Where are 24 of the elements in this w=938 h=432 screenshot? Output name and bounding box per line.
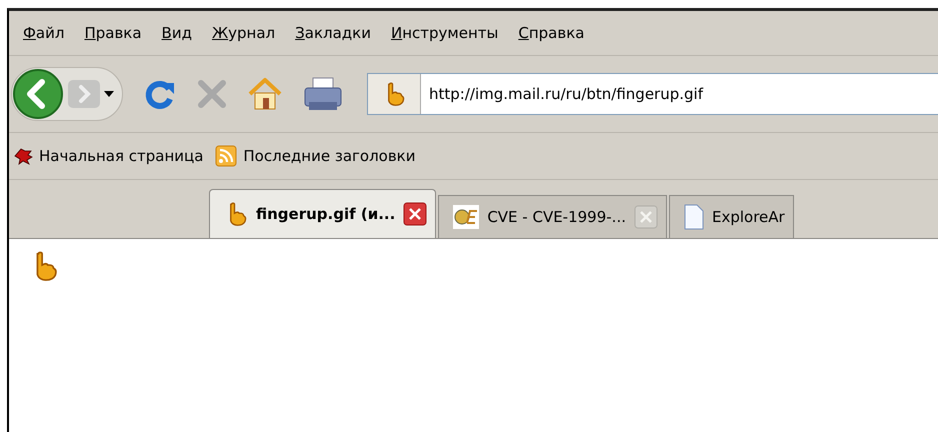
tab-title: fingerup.gif (и... [256,205,396,223]
browser-tab[interactable]: ExploreAr [669,195,794,238]
bookmark-item[interactable]: Начальная страница [11,146,206,166]
menu-item[interactable]: Закладки [287,22,383,44]
bookmark-item[interactable]: Последние заголовки [213,145,418,167]
tab-title: CVE - CVE-1999-... [487,208,626,226]
tab-title: ExploreAr [712,208,785,226]
feed-icon [215,145,238,167]
address-field[interactable]: http://img.mail.ru/ru/btn/fingerup.gif [367,73,938,115]
printer-icon[interactable] [303,76,343,112]
menu-item[interactable]: Файл [15,22,76,44]
menu-item[interactable]: Инструменты [382,22,510,44]
menu-item[interactable]: Журнал [204,22,288,44]
page-icon [684,204,704,230]
menu-item[interactable]: Вид [154,22,204,44]
menu-item[interactable]: Правка [76,22,154,44]
cve-logo-icon [453,205,480,229]
dropdown-caret-icon[interactable] [104,91,114,97]
menu-item[interactable]: Справка [510,22,596,44]
browser-tab[interactable]: fingerup.gif (и... [209,189,436,238]
close-icon[interactable] [403,202,428,226]
address-text: http://img.mail.ru/ru/btn/fingerup.gif [428,85,703,103]
browser-tab[interactable]: CVE - CVE-1999-... [438,195,667,238]
home-icon[interactable] [247,77,283,111]
